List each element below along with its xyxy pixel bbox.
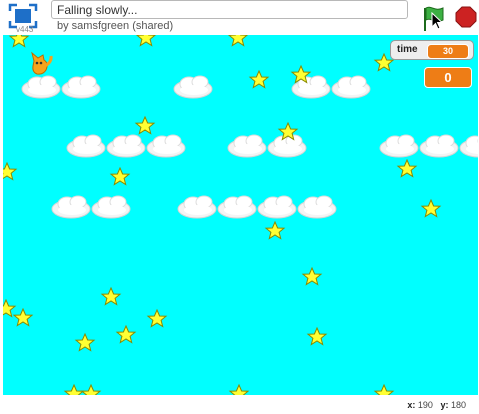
stop-button[interactable] <box>455 6 477 28</box>
player-header: v443 by samsfgreen (shared) <box>0 0 479 36</box>
version-label: v443 <box>16 25 34 34</box>
mouse-cursor-icon <box>431 12 443 30</box>
project-author: by samsfgreen (shared) <box>57 20 174 32</box>
stop-icon <box>455 6 477 28</box>
stage-sprites <box>3 35 478 395</box>
project-title-field[interactable] <box>51 0 408 19</box>
y-value: 180 <box>450 400 466 410</box>
timer-value: 30 <box>427 44 469 59</box>
mouse-coordinates: x: 190 y: 180 <box>407 400 466 410</box>
cat-sprite <box>31 51 53 75</box>
score-monitor[interactable]: 0 <box>424 67 472 88</box>
cloud-row-3 <box>51 195 337 219</box>
cloud-row-2 <box>66 134 478 158</box>
timer-monitor[interactable]: time 30 <box>390 40 474 60</box>
cloud-row-1 <box>21 75 371 99</box>
y-label: y: <box>440 400 449 410</box>
stage[interactable]: time 30 0 <box>3 35 478 395</box>
x-label: x: <box>407 400 416 410</box>
x-value: 190 <box>417 400 433 410</box>
timer-label: time <box>397 44 418 55</box>
